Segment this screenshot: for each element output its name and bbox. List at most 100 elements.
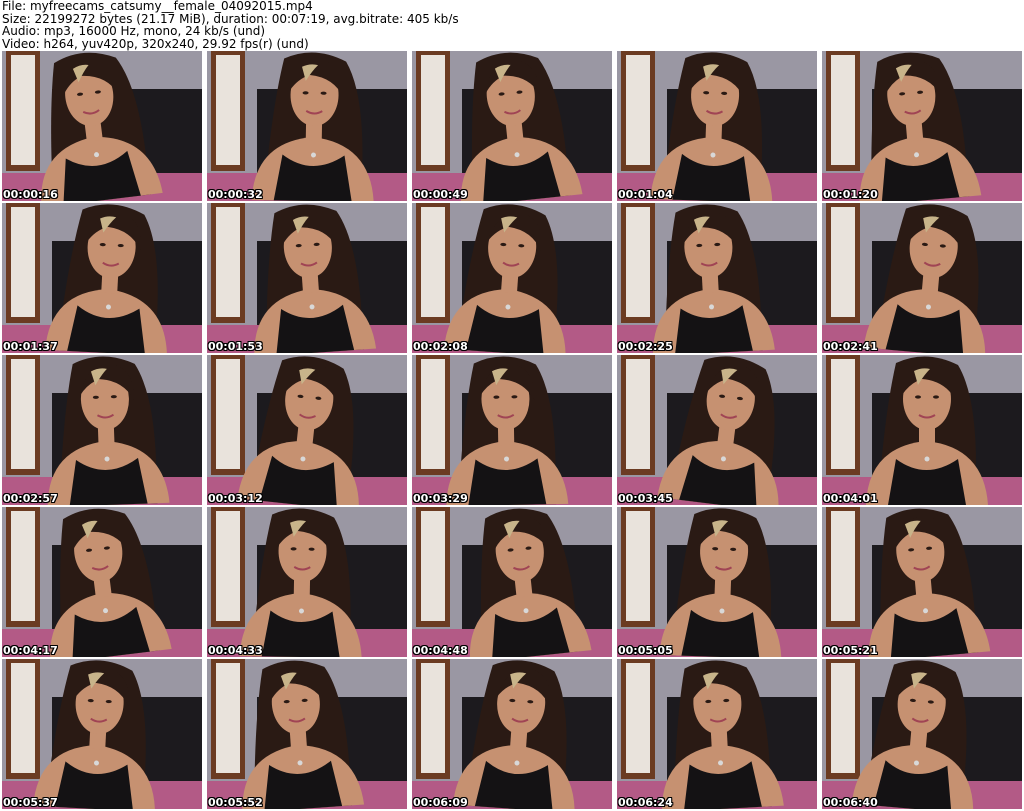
shelf-panel: [831, 207, 855, 317]
video-thumbnail: 00:01:53: [207, 203, 407, 353]
thumbnail-timestamp: 00:04:17: [3, 644, 58, 657]
webcam-frame-image: [2, 203, 202, 353]
video-thumbnail: 00:06:24: [617, 659, 817, 809]
thumbnail-timestamp: 00:04:01: [823, 492, 878, 505]
video-thumbnail: 00:00:49: [412, 51, 612, 201]
shelf-panel: [11, 55, 35, 165]
webcam-frame-image: [617, 203, 817, 353]
file-info-header: File: myfreecams_catsumy__female_0409201…: [2, 0, 1022, 50]
shelf-panel: [831, 663, 855, 773]
video-thumbnail: 00:06:09: [412, 659, 612, 809]
thumbnail-timestamp: 00:05:52: [208, 796, 263, 809]
thumbnail-timestamp: 00:00:16: [3, 188, 58, 201]
shelf-panel: [216, 359, 240, 469]
webcam-frame-image: [207, 51, 407, 201]
video-thumbnail: 00:03:45: [617, 355, 817, 505]
video-thumbnail: 00:05:37: [2, 659, 202, 809]
video-thumbnail: 00:01:37: [2, 203, 202, 353]
webcam-frame-image: [2, 355, 202, 505]
thumbnail-timestamp: 00:06:40: [823, 796, 878, 809]
thumbnail-timestamp: 00:05:05: [618, 644, 673, 657]
shelf-panel: [421, 511, 445, 621]
video-thumbnail: 00:04:17: [2, 507, 202, 657]
shelf-panel: [831, 359, 855, 469]
video-thumbnail: 00:02:41: [822, 203, 1022, 353]
video-thumbnail: 00:05:21: [822, 507, 1022, 657]
shelf-panel: [626, 55, 650, 165]
shelf-panel: [831, 511, 855, 621]
video-thumbnail: 00:01:04: [617, 51, 817, 201]
audio-info-line: Audio: mp3, 16000 Hz, mono, 24 kb/s (und…: [2, 24, 266, 38]
thumbnail-timestamp: 00:04:33: [208, 644, 263, 657]
webcam-frame-image: [822, 659, 1022, 809]
pendant: [924, 456, 930, 462]
webcam-frame-image: [822, 507, 1022, 657]
thumbnail-grid: 00:00:16 00:00:32 00:00:49 00:01:04 00:01:20…: [2, 51, 1022, 810]
thumbnail-timestamp: 00:06:24: [618, 796, 673, 809]
video-thumbnail: 00:05:05: [617, 507, 817, 657]
video-thumbnail: 00:04:01: [822, 355, 1022, 505]
thumbnail-timestamp: 00:01:53: [208, 340, 263, 353]
video-thumbnail: 00:06:40: [822, 659, 1022, 809]
thumbnail-timestamp: 00:04:48: [413, 644, 468, 657]
thumbnail-timestamp: 00:02:57: [3, 492, 58, 505]
shelf-panel: [831, 55, 855, 165]
webcam-frame-image: [2, 507, 202, 657]
file-name-line: File: myfreecams_catsumy__female_0409201…: [2, 0, 313, 13]
thumbnail-timestamp: 00:02:25: [618, 340, 673, 353]
webcam-frame-image: [617, 51, 817, 201]
video-thumbnail: 00:00:16: [2, 51, 202, 201]
thumbnail-timestamp: 00:02:41: [823, 340, 878, 353]
right-eye: [933, 395, 939, 399]
thumbnail-timestamp: 00:06:09: [413, 796, 468, 809]
shelf-panel: [626, 207, 650, 317]
shelf-panel: [421, 663, 445, 773]
video-info-line: Video: h264, yuv420p, 320x240, 29.92 fps…: [2, 36, 309, 51]
thumbnail-timestamp: 00:00:49: [413, 188, 468, 201]
webcam-frame-image: [617, 659, 817, 809]
webcam-frame-image: [822, 203, 1022, 353]
thumbnail-timestamp: 00:02:08: [413, 340, 468, 353]
shelf-panel: [216, 207, 240, 317]
thumbnail-timestamp: 00:03:45: [618, 492, 673, 505]
webcam-frame-image: [412, 507, 612, 657]
shelf-panel: [11, 511, 35, 621]
webcam-frame-image: [617, 507, 817, 657]
webcam-frame-image: [207, 355, 407, 505]
webcam-frame-image: [2, 51, 202, 201]
video-thumbnail: 00:02:25: [617, 203, 817, 353]
thumbnail-timestamp: 00:01:20: [823, 188, 878, 201]
webcam-frame-image: [207, 203, 407, 353]
shelf-panel: [421, 55, 445, 165]
video-thumbnail: 00:02:57: [2, 355, 202, 505]
video-thumbnail: 00:05:52: [207, 659, 407, 809]
webcam-frame-image: [2, 659, 202, 809]
shelf-panel: [626, 511, 650, 621]
shelf-panel: [421, 359, 445, 469]
video-thumbnail: 00:02:08: [412, 203, 612, 353]
shelf-panel: [216, 511, 240, 621]
thumbnail-timestamp: 00:00:32: [208, 188, 263, 201]
shelf-panel: [11, 663, 35, 773]
webcam-frame-image: [412, 659, 612, 809]
webcam-frame-image: [207, 507, 407, 657]
shelf-panel: [421, 207, 445, 317]
webcam-frame-image: [412, 355, 612, 505]
video-thumbnail: 00:04:33: [207, 507, 407, 657]
webcam-frame-image: [617, 355, 817, 505]
thumbnail-timestamp: 00:05:37: [3, 796, 58, 809]
shelf-panel: [216, 663, 240, 773]
video-thumbnail: 00:04:48: [412, 507, 612, 657]
webcam-frame-image: [412, 203, 612, 353]
thumbnail-timestamp: 00:01:37: [3, 340, 58, 353]
thumbnail-timestamp: 00:01:04: [618, 188, 673, 201]
webcam-frame-image: [822, 51, 1022, 201]
video-thumbnail: 00:03:12: [207, 355, 407, 505]
shelf-panel: [11, 207, 35, 317]
shelf-panel: [626, 663, 650, 773]
video-thumbnail: 00:03:29: [412, 355, 612, 505]
shelf-panel: [11, 359, 35, 469]
video-thumbnail: 00:01:20: [822, 51, 1022, 201]
shelf-panel: [626, 359, 650, 469]
webcam-frame-image: [822, 355, 1022, 505]
